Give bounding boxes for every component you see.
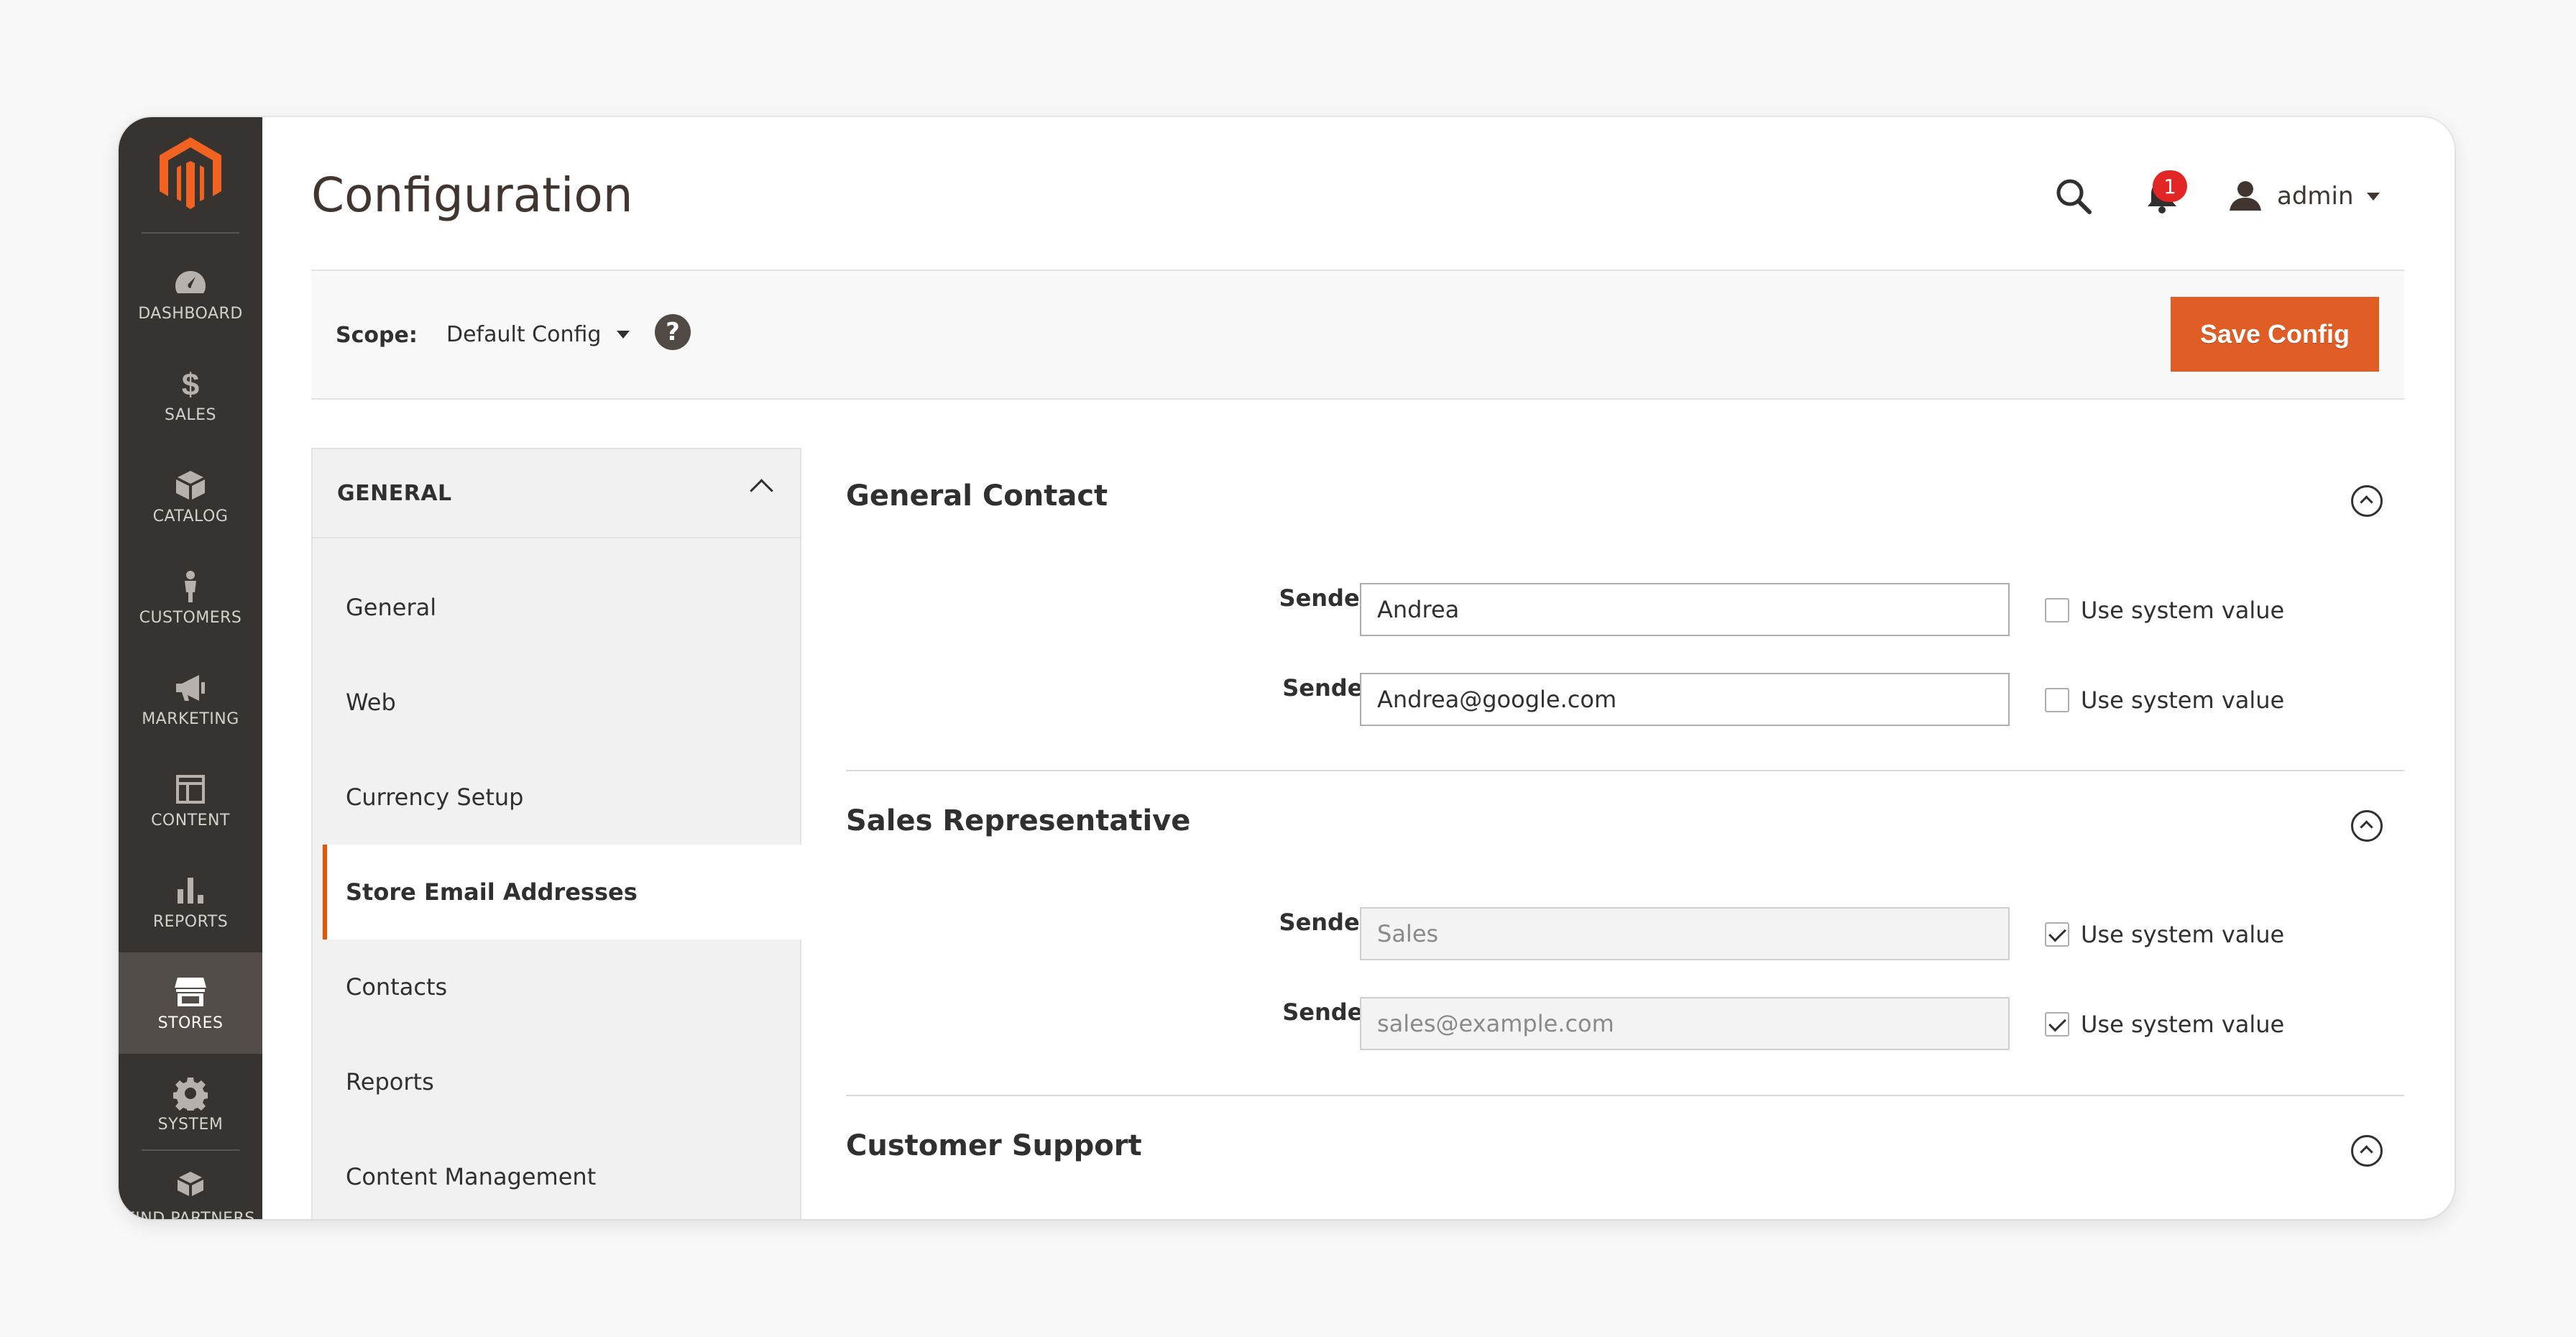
admin-sidebar: DASHBOARD $ SALES CATALOG CUSTOMERS MARK… <box>119 117 262 1219</box>
page-title: Configuration <box>311 167 633 223</box>
chevron-down-icon <box>2366 192 2380 201</box>
use-system-value-checkbox[interactable]: Use system value <box>2045 597 2284 624</box>
admin-window: DASHBOARD $ SALES CATALOG CUSTOMERS MARK… <box>119 117 2455 1219</box>
config-tab-label: Reports <box>346 1068 434 1095</box>
config-tab-label: Contacts <box>346 973 448 1001</box>
nav-content[interactable]: CONTENT <box>119 750 262 851</box>
svg-text:$: $ <box>182 367 199 401</box>
dollar-icon: $ <box>171 366 210 402</box>
sidebar-divider <box>142 232 239 234</box>
general-contact-sender-name-input[interactable] <box>1360 583 2010 636</box>
collapse-icon[interactable] <box>2351 810 2383 842</box>
nav-label: STORES <box>157 1014 224 1032</box>
layout-icon <box>171 771 210 807</box>
section-divider <box>846 770 2404 771</box>
blocks-icon <box>171 1170 210 1205</box>
checkbox-box <box>2045 598 2069 622</box>
scope-bar: Scope: Default Config ? Save Config <box>311 270 2404 400</box>
nav-label: CATALOG <box>152 507 229 525</box>
nav-dashboard[interactable]: DASHBOARD <box>119 243 262 344</box>
config-tabs: GENERAL General Web Currency Setup Store… <box>311 448 804 1219</box>
section-divider <box>846 1095 2404 1096</box>
help-icon[interactable]: ? <box>655 314 691 350</box>
config-tab-general[interactable]: General <box>313 560 800 655</box>
scope-label: Scope: <box>336 323 418 348</box>
nav-label: SALES <box>164 406 217 424</box>
config-tab-label: General <box>346 594 437 621</box>
sidebar-divider <box>142 1149 239 1151</box>
chevron-down-icon <box>617 330 630 339</box>
nav-label: SYSTEM <box>157 1116 224 1134</box>
bar-chart-icon <box>171 873 210 909</box>
nav-catalog[interactable]: CATALOG <box>119 446 262 547</box>
box-icon <box>171 467 210 503</box>
megaphone-icon <box>171 670 210 706</box>
user-icon <box>2230 181 2261 211</box>
user-name: admin <box>2277 182 2354 211</box>
sales-rep-sender-name-input[interactable] <box>1360 907 2010 960</box>
config-tab-content-management[interactable]: Content Management <box>313 1129 800 1219</box>
collapse-icon[interactable] <box>2351 1135 2383 1167</box>
nav-reports[interactable]: REPORTS <box>119 851 262 952</box>
user-menu[interactable]: admin <box>2228 175 2380 218</box>
config-tab-web[interactable]: Web <box>313 655 800 750</box>
config-tab-contacts[interactable]: Contacts <box>313 939 800 1034</box>
general-contact-sender-email-input[interactable] <box>1360 673 2010 726</box>
chevron-up-icon <box>750 479 773 502</box>
storefront-icon <box>171 974 210 1010</box>
config-tab-store-email-addresses[interactable]: Store Email Addresses <box>323 845 804 939</box>
config-tab-currency-setup[interactable]: Currency Setup <box>313 750 800 845</box>
nav-label: CUSTOMERS <box>139 609 242 627</box>
scope-value: Default Config <box>446 321 602 347</box>
collapse-icon[interactable] <box>2351 485 2383 517</box>
nav-stores[interactable]: STORES <box>119 952 262 1054</box>
nav-customers[interactable]: CUSTOMERS <box>119 547 262 648</box>
use-system-value-checkbox[interactable]: Use system value <box>2045 1011 2284 1038</box>
checkbox-label: Use system value <box>2081 1011 2285 1038</box>
gear-icon <box>171 1075 210 1111</box>
checkbox-box <box>2045 1012 2069 1037</box>
config-group-general[interactable]: GENERAL <box>313 449 800 538</box>
person-icon <box>171 569 210 605</box>
use-system-value-checkbox[interactable]: Use system value <box>2045 686 2284 714</box>
config-tab-reports[interactable]: Reports <box>313 1034 800 1129</box>
search-icon[interactable] <box>2052 175 2095 218</box>
checkbox-label: Use system value <box>2081 921 2285 948</box>
dashboard-icon <box>171 265 210 300</box>
config-group-title: GENERAL <box>337 480 452 506</box>
nav-sales[interactable]: $ SALES <box>119 344 262 446</box>
scope-switcher[interactable]: Default Config <box>446 314 630 354</box>
config-tab-label: Web <box>346 689 396 716</box>
section-title-customer-support[interactable]: Customer Support <box>846 1129 1142 1162</box>
nav-label: FIND PARTNERS <box>126 1210 255 1219</box>
config-tab-label: Content Management <box>346 1163 597 1190</box>
magento-logo[interactable] <box>119 137 262 209</box>
section-title-sales-representative[interactable]: Sales Representative <box>846 804 1190 837</box>
nav-system[interactable]: SYSTEM <box>119 1054 262 1155</box>
sales-rep-sender-email-input[interactable] <box>1360 997 2010 1050</box>
notification-badge: 1 <box>2153 170 2187 202</box>
nav-marketing[interactable]: MARKETING <box>119 648 262 750</box>
nav-find-partners[interactable]: FIND PARTNERS <box>119 1159 262 1219</box>
use-system-value-checkbox[interactable]: Use system value <box>2045 921 2284 948</box>
nav-label: MARKETING <box>142 710 239 728</box>
nav-label: DASHBOARD <box>138 305 243 323</box>
config-tab-label: Currency Setup <box>346 784 524 811</box>
checkbox-box <box>2045 922 2069 947</box>
checkbox-label: Use system value <box>2081 597 2285 624</box>
save-config-button[interactable]: Save Config <box>2171 297 2379 372</box>
nav-label: REPORTS <box>152 913 229 931</box>
config-tab-label: Store Email Addresses <box>346 878 638 906</box>
checkbox-box <box>2045 688 2069 712</box>
checkbox-label: Use system value <box>2081 686 2285 714</box>
nav-label: CONTENT <box>151 812 230 830</box>
section-title-general-contact[interactable]: General Contact <box>846 479 1108 513</box>
